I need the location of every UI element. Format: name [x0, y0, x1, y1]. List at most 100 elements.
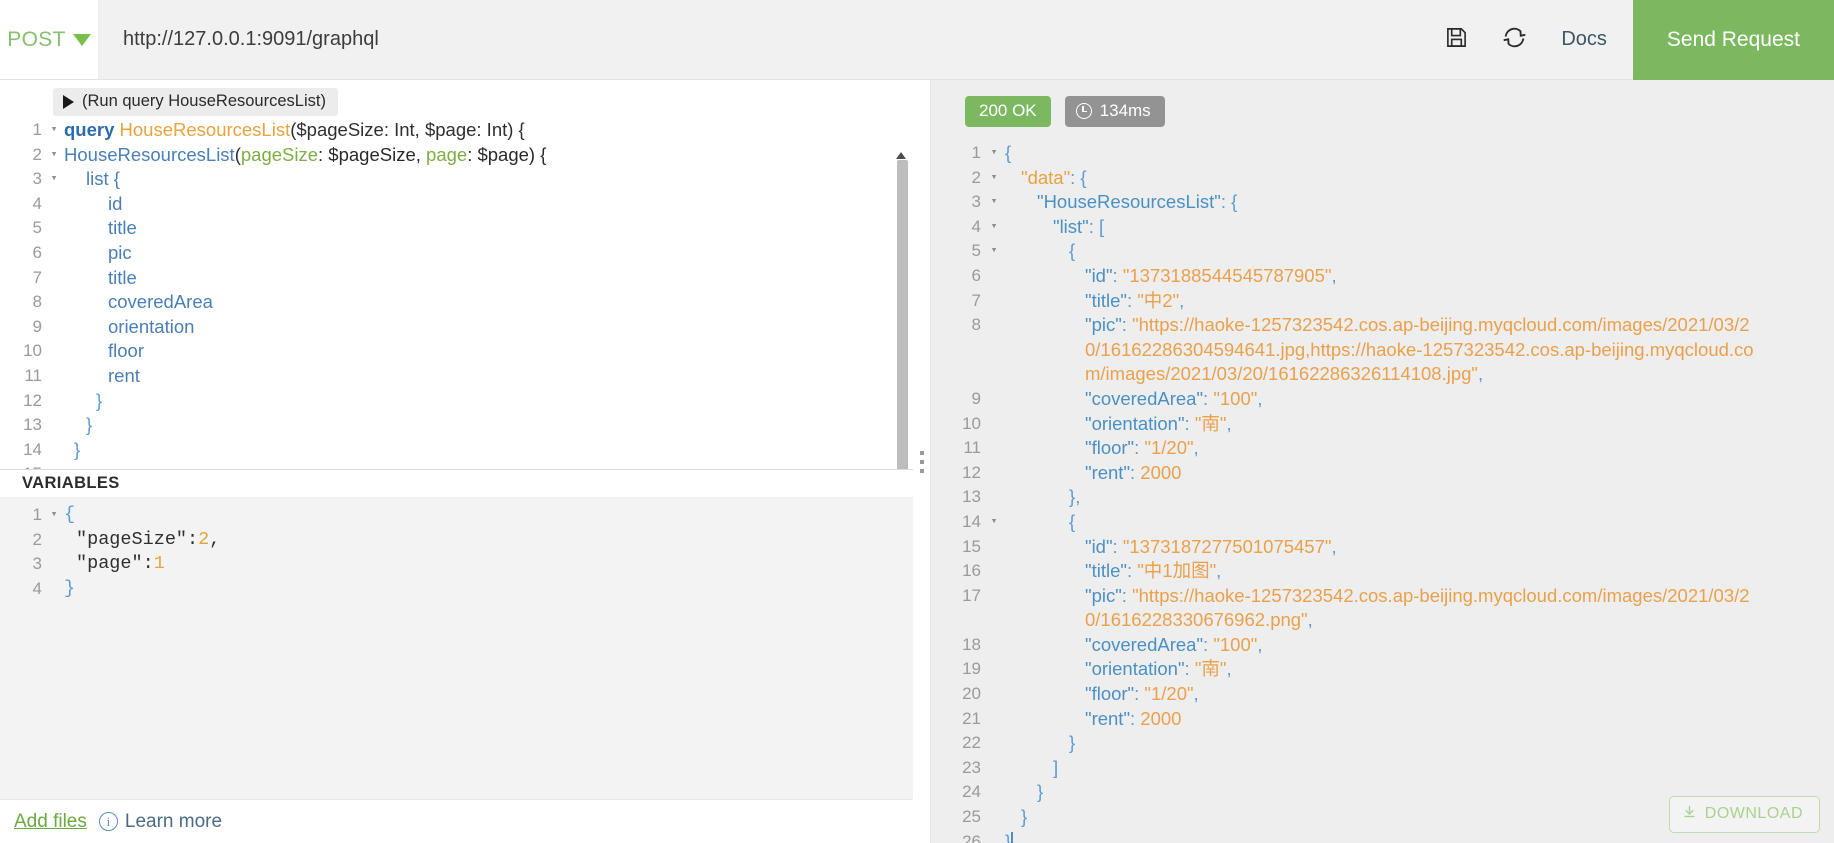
code-text: floor [108, 340, 144, 362]
response-line-text: } [1021, 806, 1028, 828]
fold-toggle[interactable]: ▾ [44, 167, 64, 192]
response-line-text: "orientation": "南", [1085, 658, 1232, 680]
request-url-input[interactable] [99, 0, 1428, 79]
query-code-area: 1 ▾ query HouseResourcesList($pageSize: In… [0, 118, 913, 469]
code-text: title [108, 217, 137, 239]
response-line-text: } [1069, 732, 1076, 754]
response-line-text: "id": "1373188544545787905", [1085, 264, 1337, 286]
response-line: 23] [931, 756, 1834, 781]
line-number: 6 [32, 242, 42, 262]
response-json-viewer[interactable]: 1 ▾{2 ▾ "data": {3 ▾ "HouseResourcesList": {4… [931, 141, 1834, 843]
refresh-schema-button[interactable] [1485, 0, 1543, 80]
line-number: 4 [971, 216, 981, 236]
refresh-schema-icon [1502, 25, 1527, 55]
variables-section-header[interactable]: VARIABLES [0, 470, 913, 498]
code-text: HouseResourcesList(pageSize: $pageSize, … [64, 143, 547, 165]
scroll-up-arrow[interactable] [896, 152, 906, 159]
response-line-text: "title": "中2", [1085, 289, 1185, 311]
docs-button[interactable]: Docs [1543, 0, 1633, 80]
response-line-text: } [1005, 830, 1013, 843]
response-line: 5 ▾ { [931, 239, 1834, 264]
code-line: 3 ▾ list { [0, 167, 913, 192]
text-caret [1011, 831, 1013, 843]
line-number: 8 [32, 292, 42, 312]
code-text: } [86, 414, 93, 436]
line-number: 19 [962, 659, 981, 679]
fold-toggle[interactable]: ▾ [983, 190, 1005, 215]
save-button[interactable] [1427, 0, 1485, 80]
line-number: 3 [971, 192, 981, 212]
query-editor-scrollbar[interactable] [897, 160, 908, 469]
variables-line: 4} [0, 577, 913, 602]
variables-label: VARIABLES [22, 474, 120, 492]
run-query-hint[interactable]: (Run query HouseResourcesList) [53, 88, 338, 116]
line-number: 3 [32, 554, 42, 574]
variables-editor[interactable]: 1 ▾{ 2 "pageSize":2, 3 "page":1 4} [0, 498, 913, 799]
line-number: 18 [962, 634, 981, 654]
line-number: 24 [962, 782, 981, 802]
add-files-link[interactable]: Add files [14, 811, 87, 833]
line-number: 13 [23, 415, 42, 435]
response-line-text: { [1069, 510, 1076, 532]
learn-more-link[interactable]: i Learn more [98, 811, 222, 833]
fold-toggle[interactable]: ▾ [983, 510, 1005, 535]
pane-splitter[interactable] [913, 80, 930, 843]
code-line: 9 orientation [0, 315, 913, 340]
code-text: } [74, 438, 81, 460]
variables-line: 2 "pageSize":2, [0, 528, 913, 553]
line-number: 22 [962, 733, 981, 753]
response-pane: 200 OK 134ms 1 ▾{2 ▾ "data": {3 ▾ "HouseResou… [930, 80, 1834, 843]
response-line-text: "floor": "1/20", [1085, 683, 1199, 705]
response-line: 13}, [931, 485, 1834, 510]
duration-label: 134ms [1099, 101, 1151, 120]
main-split: (Run query HouseResourcesList) 1 ▾ query H… [0, 80, 1834, 843]
line-number: 7 [971, 290, 981, 310]
code-text: coveredArea [108, 291, 213, 313]
fold-toggle[interactable]: ▾ [983, 166, 1005, 191]
variables-text: "page":1 [76, 553, 165, 575]
line-number: 1 [971, 143, 981, 162]
code-line: 11 rent [0, 364, 913, 389]
fold-toggle[interactable]: ▾ [44, 118, 64, 143]
variables-text: "pageSize":2, [76, 528, 221, 550]
response-line-text: { [1005, 142, 1012, 163]
send-request-button[interactable]: Send Request [1632, 0, 1834, 80]
line-number: 9 [32, 316, 42, 336]
fold-toggle[interactable]: ▾ [983, 215, 1005, 240]
chevron-down-icon [72, 33, 91, 46]
line-number: 1 [32, 505, 42, 524]
graphql-query-editor[interactable]: (Run query HouseResourcesList) 1 ▾ query H… [0, 80, 913, 470]
response-line-text: "rent": 2000 [1085, 707, 1182, 729]
fold-toggle[interactable]: ▾ [44, 143, 64, 168]
code-text: } [96, 389, 103, 411]
response-line: 15 "id": "1373187277501075457", [931, 535, 1834, 560]
top-toolbar: POST Docs [0, 0, 1834, 80]
response-line: 9 "coveredArea": "100", [931, 387, 1834, 412]
variables-line: 1 ▾{ [0, 503, 913, 528]
code-line: 5 title [0, 216, 913, 241]
line-number: 3 [32, 169, 42, 189]
fold-toggle[interactable]: ▾ [983, 141, 1005, 166]
code-line: 15 [0, 462, 913, 469]
code-line: 10 floor [0, 339, 913, 364]
line-number: 11 [24, 365, 42, 385]
response-line: 4 ▾ "list": [ [931, 215, 1834, 240]
line-number: 15 [962, 536, 981, 556]
send-request-label: Send Request [1666, 27, 1800, 51]
response-line: 20 "floor": "1/20", [931, 682, 1834, 707]
http-method-selector[interactable]: POST [0, 0, 99, 79]
line-number: 16 [962, 561, 981, 581]
fold-toggle[interactable]: ▾ [983, 239, 1005, 264]
code-line: 4 id [0, 192, 913, 217]
toolbar-actions: Docs Send Request [1427, 0, 1834, 80]
download-icon [1682, 804, 1697, 824]
line-number: 2 [32, 529, 42, 549]
response-line-text: "HouseResourcesList": { [1037, 191, 1238, 213]
response-line-text: { [1069, 240, 1076, 262]
download-button[interactable]: DOWNLOAD [1668, 796, 1820, 833]
response-line-text: "data": { [1021, 166, 1087, 188]
variables-text: } [64, 577, 76, 599]
fold-toggle[interactable]: ▾ [44, 503, 64, 528]
code-text: list { [86, 168, 120, 190]
response-line: 3 ▾ "HouseResourcesList": { [931, 190, 1834, 215]
